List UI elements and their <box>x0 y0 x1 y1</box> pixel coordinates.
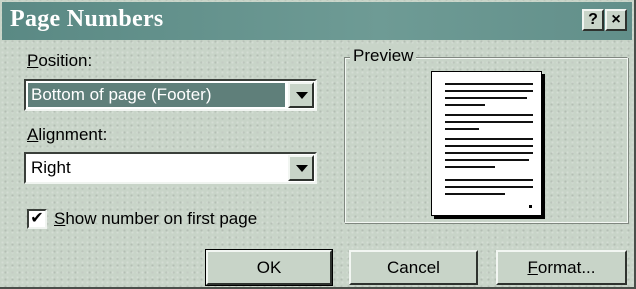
alignment-dropdown[interactable]: Right <box>24 152 317 184</box>
page-numbers-dialog: Page Numbers ? × Position: Bottom of pag… <box>0 0 636 289</box>
dialog-title: Page Numbers <box>10 6 164 32</box>
preview-text-line <box>445 166 495 168</box>
position-label: Position: <box>27 51 92 71</box>
alignment-label-text: lignment: <box>38 125 108 144</box>
preview-text-line <box>445 159 529 161</box>
dropdown-arrow-icon[interactable] <box>288 155 314 181</box>
title-bar[interactable]: Page Numbers ? × <box>2 2 632 40</box>
preview-text-line <box>445 97 527 99</box>
preview-text-line <box>445 104 485 106</box>
first-page-accesskey: S <box>54 209 66 228</box>
preview-text-line <box>445 193 505 195</box>
alignment-value: Right <box>31 158 71 177</box>
preview-label: Preview <box>350 46 417 66</box>
help-icon[interactable]: ? <box>582 9 604 31</box>
alignment-label-accesskey: A <box>27 125 39 144</box>
preview-text-line <box>445 138 533 140</box>
dropdown-arrow-icon[interactable] <box>288 82 314 108</box>
preview-text-line <box>445 152 533 154</box>
format-accesskey: F <box>527 258 538 277</box>
checkmark-icon: ✔ <box>30 210 44 227</box>
position-label-text: osition: <box>38 51 93 70</box>
format-button-text: ormat... <box>537 258 596 277</box>
preview-text-line <box>445 114 533 116</box>
preview-text-line <box>445 186 533 188</box>
preview-text-line <box>445 145 533 147</box>
close-icon[interactable]: × <box>605 9 627 31</box>
preview-text-line <box>445 128 479 130</box>
preview-text-line <box>445 179 533 181</box>
show-number-first-page-label[interactable]: Show number on first page <box>54 209 257 229</box>
preview-page <box>431 71 542 216</box>
preview-page-number-marker <box>529 205 532 208</box>
preview-text-line <box>445 121 533 123</box>
preview-text-line <box>445 83 533 85</box>
show-number-first-page-checkbox[interactable]: ✔ <box>27 209 47 229</box>
cancel-button[interactable]: Cancel <box>349 250 478 285</box>
preview-text-line <box>445 90 533 92</box>
first-page-label-text: how number on first page <box>65 209 258 228</box>
format-button[interactable]: Format... <box>496 250 627 285</box>
ok-button[interactable]: OK <box>205 249 333 286</box>
alignment-label: Alignment: <box>27 125 107 145</box>
position-dropdown[interactable]: Bottom of page (Footer) <box>24 79 317 111</box>
position-label-accesskey: P <box>27 51 39 70</box>
position-value: Bottom of page (Footer) <box>28 83 285 107</box>
